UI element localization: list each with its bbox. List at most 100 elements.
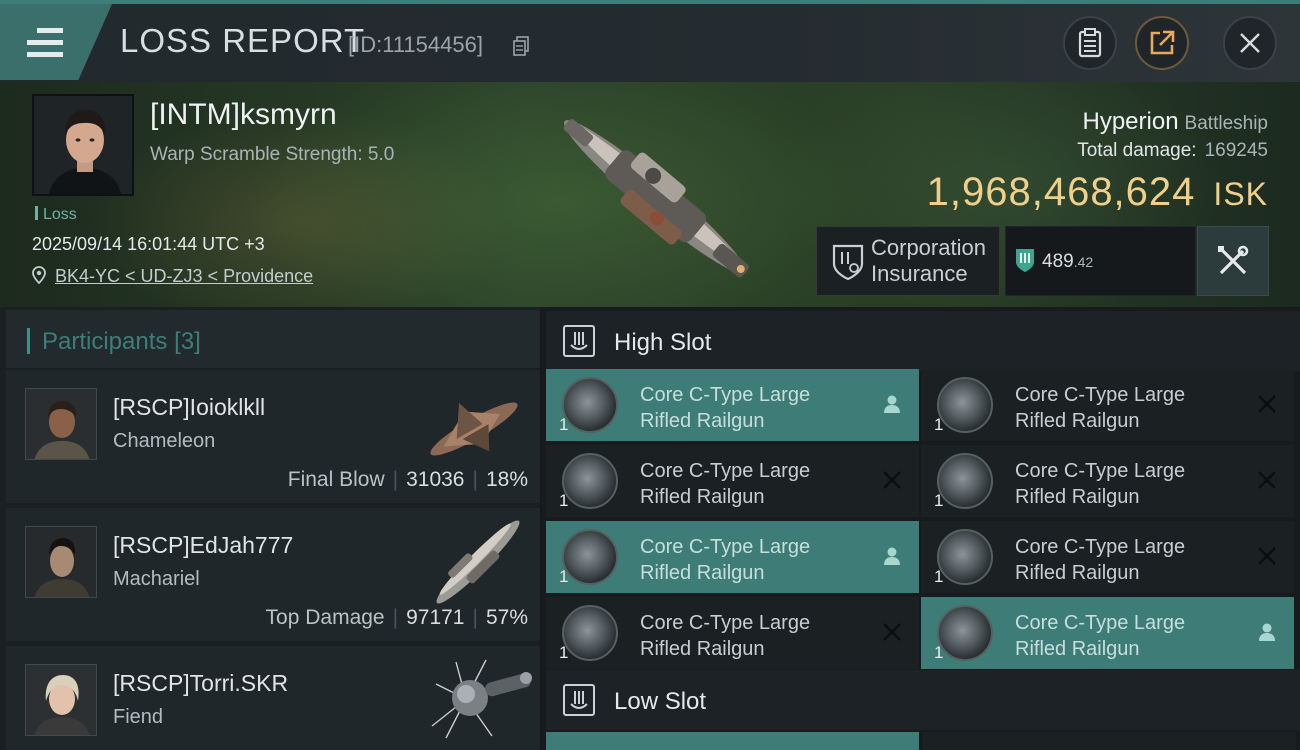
module-name: Core C-Type Large Rifled Railgun — [640, 382, 860, 434]
loss-location[interactable]: BK4-YC < UD-ZJ3 < Providence — [32, 266, 313, 287]
insurance-line-1: Corporation — [871, 235, 986, 260]
high-slot-header[interactable]: High Slot — [546, 311, 1300, 371]
copy-icon[interactable] — [513, 36, 529, 56]
share-icon — [1150, 30, 1175, 55]
participant-stats: Final Blow | 31036 | 18% — [287, 468, 528, 491]
module-quantity: 1 — [934, 643, 944, 662]
victim-portrait[interactable] — [32, 94, 134, 196]
module-name-line-2: Rifled Railgun — [1015, 410, 1140, 432]
participant-name[interactable]: [RSCP]Ioioklkll — [113, 394, 265, 421]
railgun-module-icon — [937, 453, 993, 509]
low-slot-module[interactable] — [923, 732, 1296, 750]
destroyed-x-icon — [883, 471, 901, 489]
participant-ship: Machariel — [113, 568, 200, 590]
high-slot-title: High Slot — [614, 329, 712, 356]
participant-name[interactable]: [RSCP]EdJah777 — [113, 532, 293, 559]
high-slot-module[interactable]: 1 Core C-Type Large Rifled Railgun — [546, 369, 919, 441]
module-name: Core C-Type Large Rifled Railgun — [1015, 458, 1235, 510]
fitting-button[interactable] — [1197, 226, 1269, 296]
module-name-line-1: Core C-Type Large — [1015, 536, 1186, 558]
participants-count: [3] — [174, 328, 201, 355]
railgun-module-icon — [562, 377, 618, 433]
participant-role: Top Damage — [265, 606, 385, 629]
destroyed-x-icon — [1258, 471, 1276, 489]
total-damage-label: Total damage: — [1077, 140, 1197, 161]
module-name: Core C-Type Large Rifled Railgun — [640, 534, 860, 586]
insurance-line-2: Insurance — [871, 261, 968, 286]
location-link[interactable]: BK4-YC < UD-ZJ3 < Providence — [55, 266, 313, 286]
pilot-avatar-icon — [26, 527, 96, 597]
fitting-panel: High Slot 1 Core C-Type Large Rifled Railg… — [541, 307, 1300, 750]
plex-main: 489 — [1042, 251, 1074, 272]
module-quantity: 1 — [934, 491, 944, 510]
victim-name[interactable]: [INTM]ksmyrn — [150, 98, 337, 132]
module-quantity: 1 — [559, 567, 569, 586]
participants-header[interactable]: Participants [3] — [6, 310, 540, 368]
report-id: [ID:11154456] — [348, 32, 483, 57]
participant-percent: 57% — [485, 606, 528, 629]
railgun-module-icon — [562, 453, 618, 509]
module-name-line-2: Rifled Railgun — [1015, 486, 1140, 508]
participant-ship: Chameleon — [113, 430, 216, 452]
wrench-tools-icon — [1218, 245, 1249, 275]
clipboard-icon — [1078, 28, 1102, 58]
participants-accent-bar — [27, 328, 30, 354]
module-name-line-2: Rifled Railgun — [640, 486, 765, 508]
participant-card[interactable]: [RSCP]Ioioklkll Chameleon Final Blow | 310… — [6, 370, 540, 503]
module-name-line-1: Core C-Type Large — [640, 612, 811, 634]
high-slot-module[interactable]: 1 Core C-Type Large Rifled Railgun — [921, 445, 1294, 517]
isk-amount: 1,968,468,624 — [926, 170, 1196, 214]
low-slot-title: Low Slot — [614, 688, 707, 715]
pilot-avatar-icon — [34, 96, 132, 194]
high-slot-icon — [563, 325, 595, 357]
pilot-person-icon — [884, 395, 900, 413]
low-slot-header[interactable]: Low Slot — [546, 670, 1300, 730]
high-slot-module[interactable]: 1 Core C-Type Large Rifled Railgun — [546, 597, 919, 669]
destroyed-x-icon — [1258, 547, 1276, 565]
share-button[interactable] — [1135, 16, 1189, 70]
module-name: Core C-Type Large Rifled Railgun — [1015, 382, 1235, 434]
hamburger-menu-icon[interactable] — [27, 28, 63, 58]
participant-card[interactable]: [RSCP]Torri.SKR Fiend — [6, 646, 540, 750]
low-slot-module[interactable] — [546, 732, 919, 750]
insurance-shield-icon — [832, 244, 864, 281]
page-title: LOSS REPORT — [120, 22, 366, 59]
high-slot-module[interactable]: 1 Core C-Type Large Rifled Railgun — [921, 597, 1294, 669]
fiend-ship-image — [431, 659, 532, 739]
ship-name[interactable]: Hyperion Battleship — [1083, 108, 1269, 136]
isk-value: 1,968,468,624 ISK — [927, 170, 1268, 215]
module-name-line-1: Core C-Type Large — [640, 384, 811, 406]
total-damage-value: 169245 — [1204, 140, 1268, 161]
participant-avatar[interactable] — [25, 526, 97, 598]
module-name: Core C-Type Large Rifled Railgun — [1015, 534, 1235, 586]
participant-avatar[interactable] — [25, 388, 97, 460]
victim-banner: [INTM]ksmyrn Warp Scramble Strength: 5.0… — [0, 82, 1300, 307]
high-slot-module[interactable]: 1 Core C-Type Large Rifled Railgun — [921, 369, 1294, 441]
module-name: Core C-Type Large Rifled Railgun — [640, 458, 860, 510]
corporation-insurance-button[interactable]: Corporation Insurance — [816, 226, 1000, 296]
module-name-line-1: Core C-Type Large — [640, 460, 811, 482]
destroyed-x-icon — [1258, 395, 1276, 413]
high-slot-module[interactable]: 1 Core C-Type Large Rifled Railgun — [546, 445, 919, 517]
module-name: Core C-Type Large Rifled Railgun — [640, 610, 860, 662]
ship-class: Battleship — [1184, 113, 1268, 134]
hyperion-ship-image — [563, 118, 749, 278]
chameleon-ship-image — [430, 402, 518, 456]
high-slot-module[interactable]: 1 Core C-Type Large Rifled Railgun — [546, 521, 919, 593]
railgun-module-icon — [562, 605, 618, 661]
module-name-line-1: Core C-Type Large — [1015, 460, 1186, 482]
close-icon — [1240, 33, 1260, 53]
participant-avatar[interactable] — [25, 664, 97, 736]
participant-name[interactable]: [RSCP]Torri.SKR — [113, 670, 288, 697]
warp-scramble-strength: Warp Scramble Strength: 5.0 — [150, 144, 395, 165]
high-slot-module[interactable]: 1 Core C-Type Large Rifled Railgun — [921, 521, 1294, 593]
destroyed-x-icon — [883, 623, 901, 641]
plex-value-box: 489.42 — [1005, 226, 1196, 296]
close-button[interactable] — [1223, 16, 1277, 70]
participant-damage: 97171 — [406, 606, 465, 629]
participant-card[interactable]: [RSCP]EdJah777 Machariel Top Damage | 9717… — [6, 508, 540, 641]
low-slot-icon — [563, 684, 595, 716]
module-quantity: 1 — [934, 567, 944, 586]
clipboard-button[interactable] — [1063, 16, 1117, 70]
participants-title: Participants [3] — [42, 328, 201, 356]
